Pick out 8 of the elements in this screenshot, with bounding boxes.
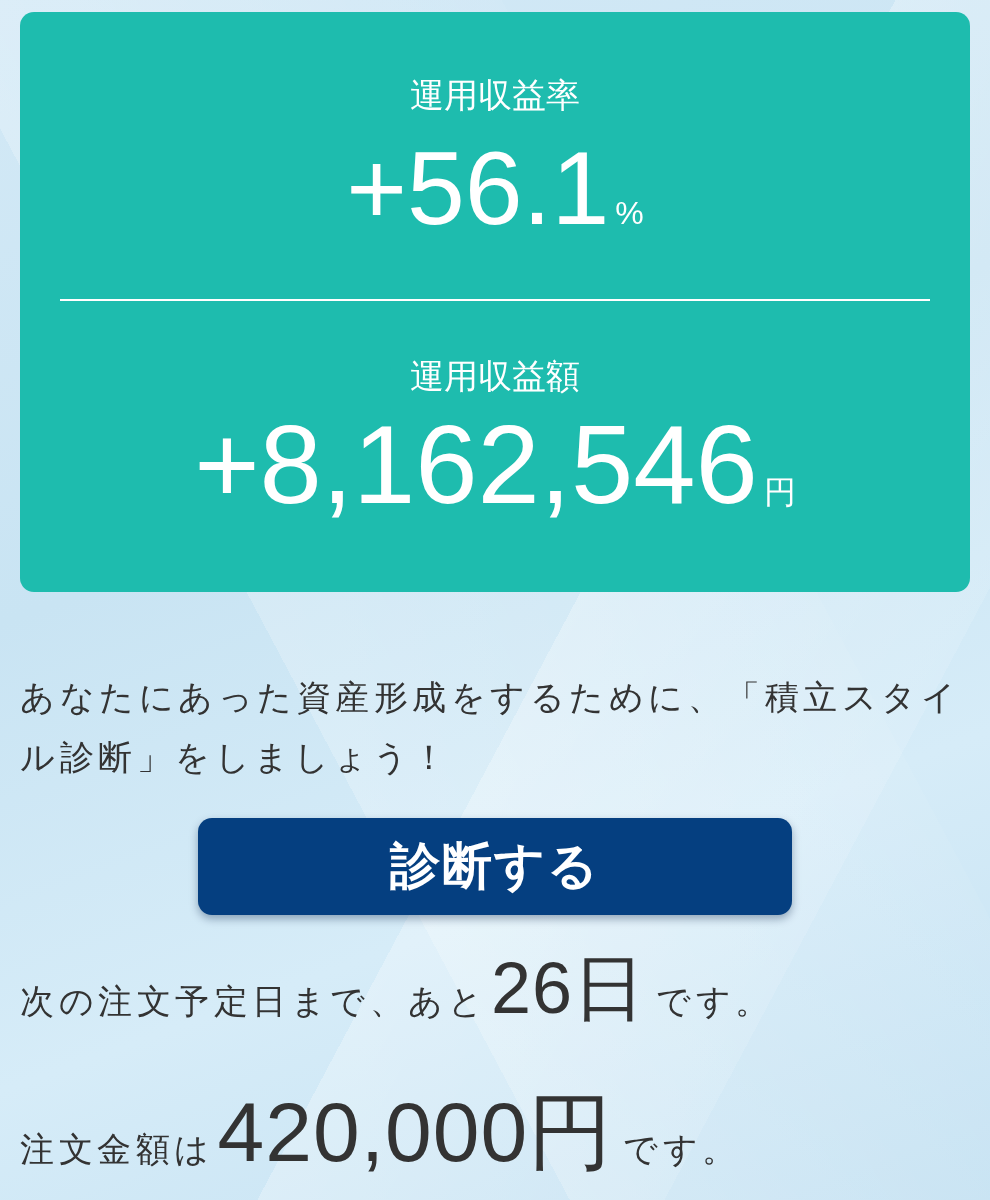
next-order-text: 次の注文予定日まで、あと 26日 です。	[20, 949, 775, 1029]
metric-value: +8,162,546 円	[194, 409, 796, 521]
diagnosis-prompt-text: あなたにあった資産形成をするために、「積立スタイル診断」をしましょう！	[20, 677, 961, 778]
metric-value: +56.1%	[346, 136, 644, 241]
order-amount-text: 注文金額は 420,000円 です。	[20, 1086, 742, 1179]
metric-label: 運用収益率	[410, 75, 580, 116]
metric-label: 運用収益額	[410, 356, 580, 397]
diagnose-button[interactable]: 診断する	[198, 818, 792, 915]
